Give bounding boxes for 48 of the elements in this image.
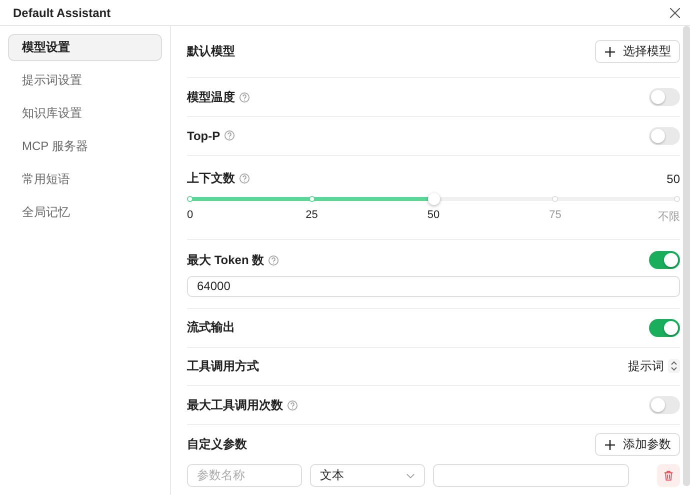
window-title: Default Assistant bbox=[13, 6, 111, 20]
add-parameter-button[interactable]: 添加参数 bbox=[595, 433, 680, 456]
setting-label: Top-P bbox=[187, 128, 220, 143]
sidebar-item[interactable]: 知识库设置 bbox=[8, 100, 162, 127]
help-icon[interactable] bbox=[268, 254, 280, 266]
close-icon[interactable] bbox=[670, 8, 680, 18]
setting-label: 上下文数 bbox=[187, 170, 235, 188]
toggle-switch[interactable] bbox=[649, 396, 680, 414]
delete-button[interactable] bbox=[657, 464, 680, 488]
slider-value: 50 bbox=[666, 172, 680, 186]
sidebar-item[interactable]: 提示词设置 bbox=[8, 67, 162, 94]
up-down-icon bbox=[668, 359, 680, 374]
setting-label: 最大 Token 数 bbox=[187, 252, 264, 269]
mode-select[interactable]: 提示词 bbox=[628, 358, 680, 375]
setting-label: 模型温度 bbox=[187, 88, 235, 106]
sidebar-item[interactable]: 全局记忆 bbox=[8, 199, 162, 226]
select-model-button[interactable]: 选择模型 bbox=[595, 40, 680, 64]
plus-icon bbox=[605, 440, 615, 450]
setting-label: 自定义参数 bbox=[187, 436, 247, 454]
tick-label: 0 bbox=[187, 209, 194, 222]
type-select[interactable]: 文本 bbox=[310, 464, 425, 488]
sidebar-item[interactable]: 常用短语 bbox=[8, 166, 162, 193]
chevron-down-icon bbox=[406, 472, 415, 479]
tick-label: 50 bbox=[427, 209, 440, 222]
slider-thumb[interactable] bbox=[428, 193, 440, 206]
tick-label: 不限 bbox=[658, 210, 680, 224]
setting-label: 流式输出 bbox=[187, 319, 235, 336]
slider[interactable] bbox=[187, 193, 680, 206]
sidebar-item[interactable]: 模型设置 bbox=[8, 34, 162, 61]
setting-label: 默认模型 bbox=[187, 43, 235, 60]
toggle-switch[interactable] bbox=[649, 318, 680, 337]
plus-icon bbox=[605, 46, 615, 57]
tick-label: 75 bbox=[549, 209, 562, 222]
help-icon[interactable] bbox=[224, 130, 236, 142]
tick-label: 25 bbox=[306, 209, 318, 222]
help-icon[interactable] bbox=[239, 173, 250, 184]
toggle-switch[interactable] bbox=[649, 126, 680, 145]
setting-label: 最大工具调用次数 bbox=[187, 396, 283, 414]
toggle-switch[interactable] bbox=[649, 251, 680, 270]
sidebar-item[interactable]: MCP 服务器 bbox=[8, 133, 162, 160]
scrollbar[interactable] bbox=[683, 26, 690, 486]
help-icon[interactable] bbox=[239, 92, 250, 103]
help-icon[interactable] bbox=[287, 400, 298, 411]
parameter-value-field[interactable] bbox=[433, 464, 629, 488]
setting-label: 工具调用方式 bbox=[187, 358, 259, 375]
input-field[interactable]: 64000 bbox=[187, 276, 680, 297]
trash-icon bbox=[663, 470, 674, 482]
toggle-switch[interactable] bbox=[649, 88, 680, 106]
